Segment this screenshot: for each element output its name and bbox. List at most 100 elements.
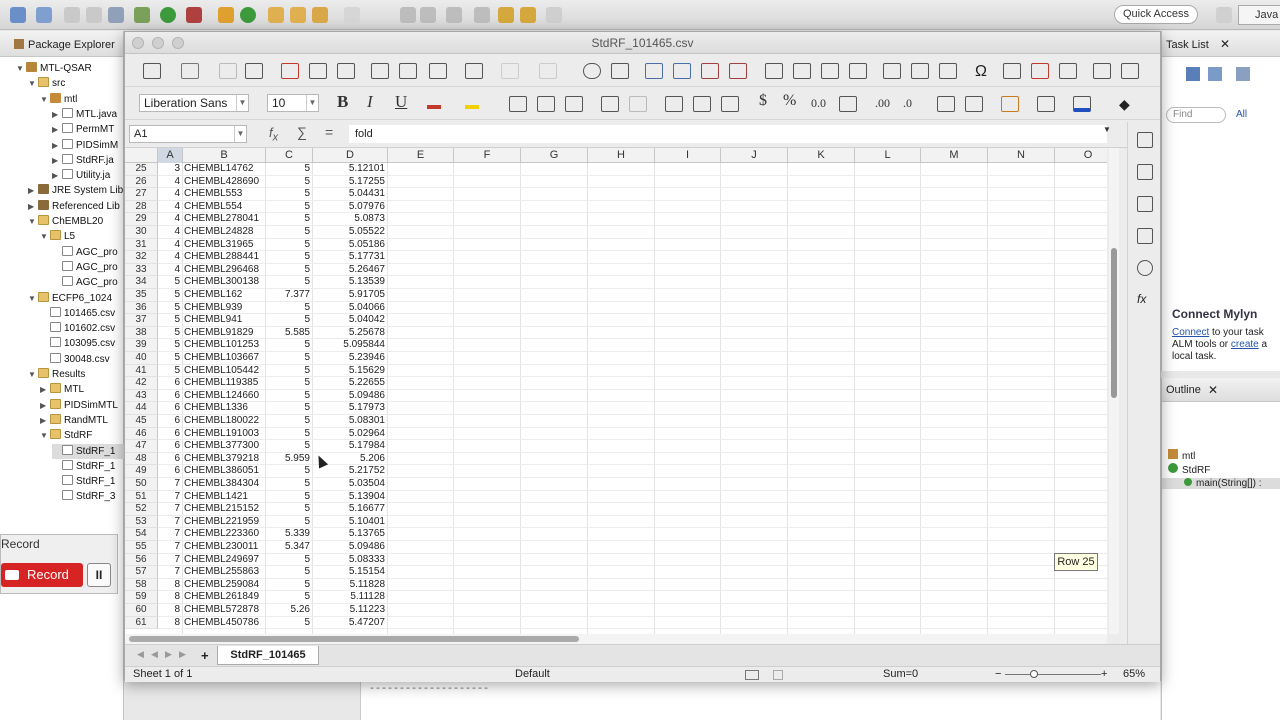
special-character-icon[interactable]: Ω <box>975 63 993 80</box>
cell-c[interactable]: 5 <box>266 239 312 252</box>
add-decimal-icon[interactable]: .00 <box>875 96 890 111</box>
expanded-arrow-icon[interactable]: ▼ <box>28 291 38 306</box>
cell-c[interactable]: 5 <box>266 566 312 579</box>
column-header-n[interactable]: N <box>988 148 1055 163</box>
cell-c[interactable]: 5.26 <box>266 604 312 617</box>
package-explorer-tab[interactable]: Package Explorer <box>0 31 123 57</box>
cell-d[interactable]: 5.21752 <box>313 465 387 478</box>
tree-item[interactable]: ▼ ChEMBL20 <box>28 214 103 229</box>
cell-c[interactable]: 5 <box>266 163 312 176</box>
cell-c[interactable]: 5 <box>266 503 312 516</box>
cell-b[interactable]: CHEMBL261849 <box>183 591 265 604</box>
run-icon[interactable] <box>160 7 176 23</box>
row-header[interactable]: 54 <box>125 528 158 541</box>
cell-c[interactable]: 5 <box>266 365 312 378</box>
align-right-icon[interactable] <box>565 96 583 112</box>
back-icon[interactable] <box>498 7 514 23</box>
cell-a[interactable]: 6 <box>158 428 182 441</box>
categorize-icon[interactable] <box>1208 67 1222 81</box>
cell-d[interactable]: 5.08301 <box>313 415 387 428</box>
cell-b[interactable]: CHEMBL384304 <box>183 478 265 491</box>
cell-b[interactable]: CHEMBL554 <box>183 201 265 214</box>
cell-c[interactable]: 5 <box>266 264 312 277</box>
external-tools-icon[interactable] <box>186 7 202 23</box>
debug-icon[interactable] <box>134 7 150 23</box>
java-editor[interactable]: -------------------- <box>360 682 1160 720</box>
zoom-out-icon[interactable]: − <box>995 667 1001 682</box>
open-type-icon[interactable] <box>268 7 284 23</box>
tree-item[interactable]: 101602.csv <box>40 321 115 336</box>
cell-d[interactable]: 5.12101 <box>313 163 387 176</box>
new-class-icon[interactable] <box>240 7 256 23</box>
number-format-icon[interactable]: 0.0 <box>811 96 826 111</box>
vertical-scrollbar[interactable] <box>1109 148 1119 634</box>
row-header[interactable]: 61 <box>125 616 158 630</box>
tree-item[interactable]: ▼ Results <box>28 367 85 382</box>
collapsed-arrow-icon[interactable]: ▶ <box>52 168 62 183</box>
close-icon[interactable]: ✕ <box>1220 37 1230 51</box>
first-sheet-icon[interactable]: ◀ <box>137 649 144 660</box>
save-icon[interactable] <box>64 7 80 23</box>
tree-item[interactable]: AGC_pro <box>52 245 118 260</box>
row-header[interactable]: 35 <box>125 289 158 302</box>
tree-item[interactable]: ▶ RandMTL <box>40 413 108 428</box>
pause-button[interactable]: II <box>87 563 111 587</box>
cell-a[interactable]: 4 <box>158 188 182 201</box>
expanded-arrow-icon[interactable]: ▼ <box>40 92 50 107</box>
new-task-icon[interactable] <box>1186 67 1200 81</box>
cell-a[interactable]: 6 <box>158 465 182 478</box>
prev-annotation-icon[interactable] <box>474 7 490 23</box>
cell-a[interactable]: 5 <box>158 352 182 365</box>
collapsed-arrow-icon[interactable]: ▶ <box>28 199 38 214</box>
save-all-icon[interactable] <box>86 7 102 23</box>
row-header[interactable]: 39 <box>125 339 158 352</box>
cell-c[interactable]: 5 <box>266 428 312 441</box>
percent-icon[interactable]: % <box>783 92 796 110</box>
tree-item[interactable]: StdRF_1 <box>52 474 115 489</box>
cell-a[interactable]: 3 <box>158 163 182 176</box>
tree-item[interactable]: ▶ MTL <box>40 382 84 397</box>
tree-item[interactable]: ▼ L5 <box>40 229 75 244</box>
cell-d[interactable]: 5.10401 <box>313 516 387 529</box>
collapsed-arrow-icon[interactable]: ▶ <box>40 413 50 428</box>
cell-c[interactable]: 5.585 <box>266 327 312 340</box>
cell-b[interactable]: CHEMBL572878 <box>183 604 265 617</box>
cell-b[interactable]: CHEMBL379218 <box>183 453 265 466</box>
font-color-icon[interactable] <box>427 95 441 109</box>
conditional-format-icon[interactable]: ◆ <box>1119 96 1137 112</box>
cut-icon[interactable] <box>371 63 389 79</box>
expanded-arrow-icon[interactable]: ▼ <box>28 76 38 91</box>
cell-b[interactable]: CHEMBL553 <box>183 188 265 201</box>
column-header-f[interactable]: F <box>454 148 521 163</box>
row-header[interactable]: 43 <box>125 389 158 403</box>
row-header[interactable]: 45 <box>125 415 158 428</box>
row-header[interactable]: 36 <box>125 301 158 315</box>
row-header[interactable]: 28 <box>125 200 158 214</box>
cell-b[interactable]: CHEMBL91829 <box>183 327 265 340</box>
row-header[interactable]: 55 <box>125 541 158 554</box>
java-perspective-button[interactable]: Java <box>1238 5 1280 25</box>
align-bottom-icon[interactable] <box>721 96 739 112</box>
row-header[interactable]: 38 <box>125 326 158 340</box>
select-all-corner[interactable] <box>125 148 158 163</box>
cell-d[interactable]: 5.26467 <box>313 264 387 277</box>
cell-d[interactable]: 5.23946 <box>313 352 387 365</box>
cell-d[interactable]: 5.09486 <box>313 390 387 403</box>
cell-b[interactable]: CHEMBL386051 <box>183 465 265 478</box>
cell-c[interactable]: 5 <box>266 188 312 201</box>
tree-item[interactable]: ▶ Utility.ja <box>52 168 110 183</box>
cell-c[interactable]: 5 <box>266 226 312 239</box>
tree-item[interactable]: StdRF_1 <box>52 443 124 459</box>
cell-b[interactable]: CHEMBL14762 <box>183 163 265 176</box>
zoom-slider[interactable] <box>1005 674 1101 675</box>
insert-mode-icon[interactable] <box>745 670 759 680</box>
expanded-arrow-icon[interactable]: ▼ <box>40 229 50 244</box>
cell-d[interactable]: 5.02964 <box>313 428 387 441</box>
cell-c[interactable]: 5 <box>266 213 312 226</box>
column-header-l[interactable]: L <box>855 148 921 163</box>
cell-d[interactable]: 5.13765 <box>313 528 387 541</box>
row-header[interactable]: 59 <box>125 591 158 604</box>
skip-breakpoints-icon[interactable] <box>108 7 124 23</box>
cell-b[interactable]: CHEMBL162 <box>183 289 265 302</box>
cell-d[interactable]: 5.04431 <box>313 188 387 201</box>
